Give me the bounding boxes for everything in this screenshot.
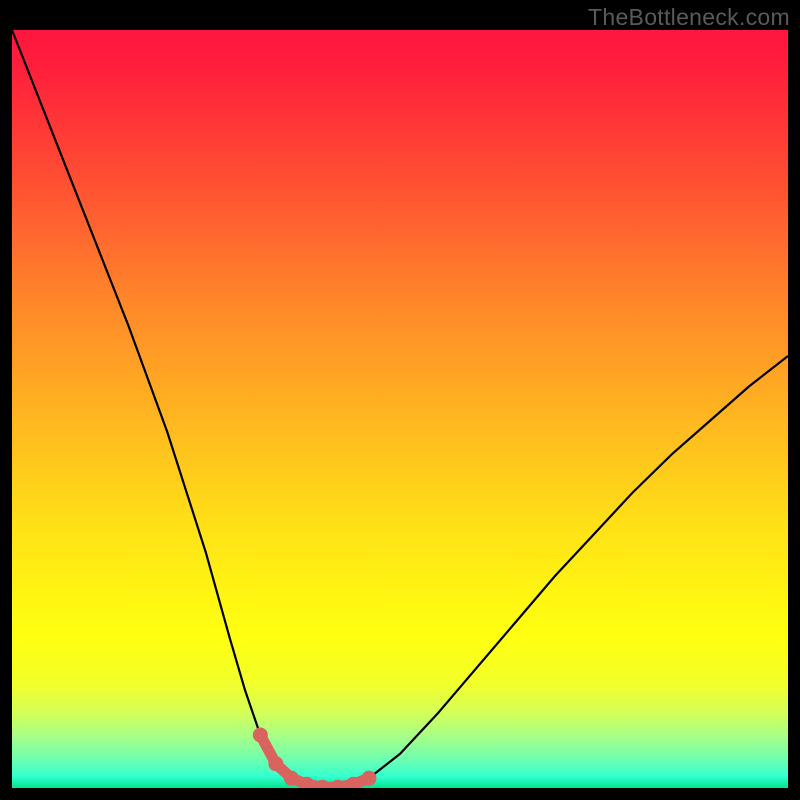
watermark-label: TheBottleneck.com bbox=[588, 4, 790, 31]
highlight-marker bbox=[268, 756, 283, 771]
highlight-marker bbox=[253, 727, 268, 742]
highlight-marker bbox=[361, 771, 376, 786]
gradient-background bbox=[12, 30, 788, 788]
chart-frame: TheBottleneck.com bbox=[0, 0, 800, 800]
chart-svg bbox=[12, 30, 788, 788]
plot-area bbox=[12, 30, 788, 788]
highlight-marker bbox=[284, 771, 299, 786]
